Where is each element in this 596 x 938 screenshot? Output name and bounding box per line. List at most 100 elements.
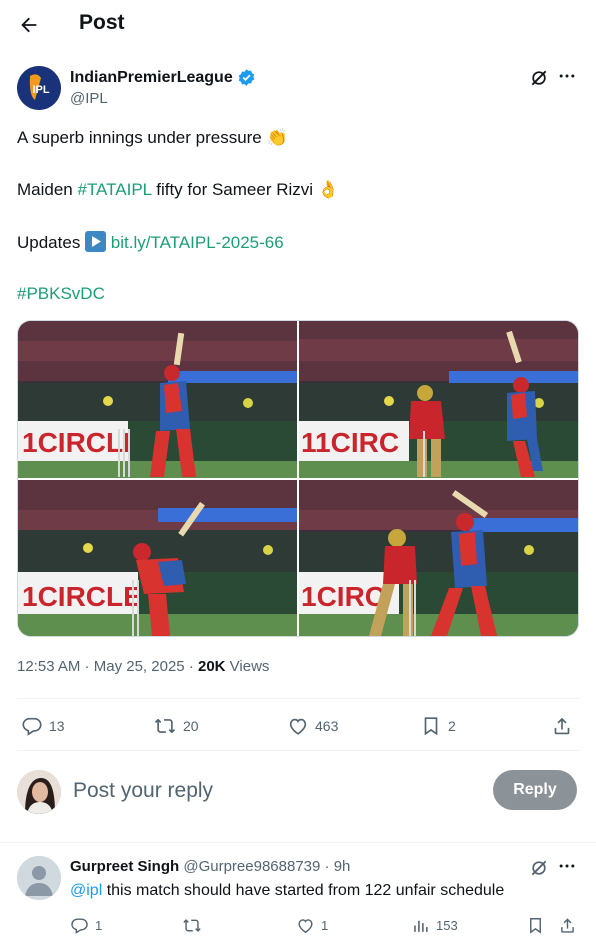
comment-item[interactable]: Gurpreet Singh @Gurpree98688739 · 9h @ip… [17, 852, 579, 938]
tweet-text-2a: Maiden [17, 180, 78, 199]
grok-icon [531, 860, 547, 876]
repost-action-button[interactable]: 20 [153, 708, 199, 744]
comment-reply-button[interactable]: 1 [70, 916, 102, 935]
comment-icon [22, 717, 42, 736]
tweet-line-1: A superb innings under pressure 👏 [17, 127, 577, 149]
comment-action-bar: 1 1 153 [70, 916, 579, 938]
comment-separator: · [320, 858, 334, 875]
commenter-avatar[interactable] [17, 856, 61, 900]
mention-link[interactable]: @ipl [70, 882, 102, 899]
divider [17, 698, 579, 699]
arrow-left-icon [21, 17, 37, 33]
banner-text-2: 11CIRC [301, 427, 399, 458]
updates-link[interactable]: bit.ly/TATAIPL-2025-66 [111, 233, 284, 252]
hashtag-link[interactable]: #TATAIPL [77, 180, 151, 199]
repost-icon [183, 919, 201, 932]
comment-reply-count: 1 [95, 918, 103, 933]
bookmark-icon [424, 717, 438, 736]
more-icon [559, 74, 575, 78]
bookmark-icon [530, 918, 541, 934]
divider-2 [17, 750, 579, 751]
verified-badge-icon [238, 69, 254, 86]
views-count: 20K [197, 658, 226, 675]
comment-more-button[interactable] [555, 854, 579, 878]
comment-like-button[interactable]: 1 [296, 916, 328, 935]
top-bar: Post [0, 0, 596, 50]
tweet-text-3: Updates [17, 233, 81, 252]
commenter-name[interactable]: Gurpreet Singh [70, 858, 179, 875]
share-icon [561, 918, 574, 933]
divider-3 [0, 842, 596, 843]
ipl-logo-icon: IPL [17, 66, 61, 110]
grok-icon [531, 70, 547, 86]
grok-button[interactable] [527, 66, 551, 90]
cricket-photo-4: 1CIRC [299, 479, 578, 636]
share-icon [554, 717, 570, 735]
post-meta: 12:53 AM · May 25, 2025 · 20K Views [17, 658, 269, 675]
meta-separator-2: · [184, 658, 198, 675]
photo-2[interactable]: 11CIRC [299, 321, 578, 478]
banner-text-4: 1CIRC [301, 581, 385, 612]
comment-views-count: 153 [436, 918, 458, 933]
tweet-line-4: #PBKSvDC [17, 283, 577, 305]
action-bar: 13 20 463 2 [17, 708, 579, 744]
like-action-button[interactable]: 463 [287, 708, 338, 744]
back-button[interactable] [16, 12, 42, 38]
more-options-button[interactable] [555, 64, 579, 88]
tweet-text-1: A superb innings under pressure [17, 128, 262, 147]
author-handle[interactable]: @IPL [70, 90, 108, 107]
page-title: Post [79, 11, 125, 34]
comment-bookmark-button[interactable] [526, 916, 545, 935]
meta-separator: · [80, 658, 94, 675]
commenter-handle[interactable]: @Gurpree98688739 [183, 858, 320, 875]
repost-count: 20 [183, 718, 199, 734]
reply-input[interactable]: Post your reply [73, 779, 213, 803]
bookmark-action-button[interactable]: 2 [420, 708, 456, 744]
heart-icon [289, 718, 307, 735]
comment-icon [71, 918, 88, 934]
cricket-photo-1: 1CIRCLE [18, 321, 297, 478]
more-icon [559, 864, 575, 868]
svg-text:IPL: IPL [32, 84, 49, 96]
photo-4[interactable]: 1CIRC [299, 479, 578, 636]
bookmark-count: 2 [448, 718, 456, 734]
comment-text: @ipl this match should have started from… [70, 882, 504, 900]
reply-count: 13 [49, 718, 65, 734]
clapping-emoji-icon: 👏 [266, 128, 288, 147]
user-avatar-image [17, 770, 61, 814]
default-avatar-icon [17, 856, 61, 900]
share-action-button[interactable] [551, 708, 573, 744]
avatar[interactable]: IPL [17, 66, 61, 110]
ok-hand-emoji-icon: 👌 [317, 180, 339, 199]
post-date[interactable]: May 25, 2025 [94, 658, 185, 675]
comment-share-button[interactable] [558, 916, 577, 935]
comment-header: Gurpreet Singh @Gurpree98688739 · 9h [70, 858, 350, 875]
comment-body: this match should have started from 122 … [102, 882, 505, 899]
repost-icon [154, 718, 176, 734]
photo-1[interactable]: 1CIRCLE [18, 321, 297, 478]
reply-submit-button[interactable]: Reply [493, 770, 577, 810]
reply-action-button[interactable]: 13 [21, 708, 65, 744]
analytics-icon [414, 920, 428, 932]
play-button-emoji-icon [85, 231, 107, 252]
post-author: IPL IndianPremierLeague @IPL [17, 64, 582, 112]
cricket-photo-2: 11CIRC [299, 321, 578, 478]
photo-3[interactable]: 1CIRCLE [18, 479, 297, 636]
tweet-line-3: Updates bit.ly/TATAIPL-2025-66 [17, 231, 577, 254]
cricket-photo-3: 1CIRCLE [18, 479, 297, 636]
like-count: 463 [315, 718, 339, 734]
heart-icon [298, 919, 313, 934]
tweet-text-2b: fifty for Sameer Rizvi [151, 180, 314, 199]
reply-composer: Post your reply Reply [17, 768, 579, 816]
media-grid: 1CIRCLE 11CIRC 1CIRCLE 1CIRC [17, 320, 579, 637]
comment-views-button[interactable]: 153 [411, 916, 458, 935]
comment-grok-button[interactable] [527, 856, 551, 880]
author-name[interactable]: IndianPremierLeague [70, 68, 256, 87]
views-label: Views [225, 658, 270, 675]
comment-time[interactable]: 9h [334, 858, 351, 875]
hashtag-link-2[interactable]: #PBKSvDC [17, 284, 105, 303]
user-avatar[interactable] [17, 770, 61, 814]
comment-repost-button[interactable] [182, 916, 208, 935]
post-time[interactable]: 12:53 AM [17, 658, 80, 675]
comment-like-count: 1 [321, 918, 329, 933]
